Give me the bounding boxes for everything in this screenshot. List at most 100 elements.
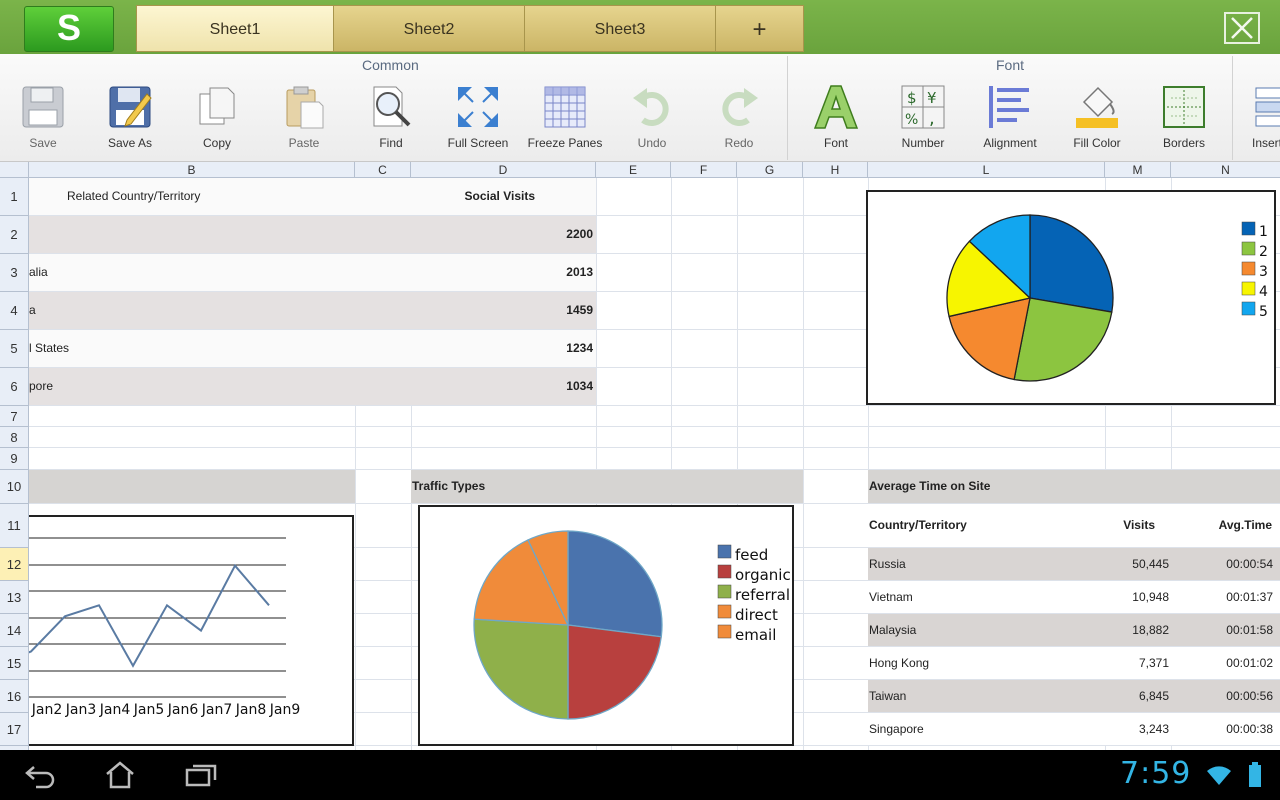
cell-visits[interactable]: 3,243 — [1069, 713, 1169, 745]
column-header-f[interactable]: F — [671, 162, 737, 178]
cell-avg-time[interactable]: 00:00:56 — [1169, 680, 1273, 712]
row-header[interactable]: 2 — [0, 216, 28, 254]
add-sheet-button[interactable]: + — [715, 5, 804, 52]
row-header[interactable]: 8 — [0, 427, 28, 448]
legend-label: 1 — [1259, 224, 1268, 240]
alignment-button[interactable]: Alignment — [967, 84, 1053, 160]
cell-country[interactable]: Russia — [869, 548, 1099, 580]
avg-time-title[interactable]: Average Time on Site — [869, 470, 1249, 503]
cell-country[interactable] — [29, 216, 349, 253]
sheet-grid[interactable]: Related Country/Territory Social Visits 22… — [29, 178, 1280, 750]
cell-visits[interactable]: 6,845 — [1069, 680, 1169, 712]
cell-country[interactable]: a — [29, 292, 349, 329]
legend-label: direct — [735, 606, 778, 624]
column-header-m[interactable]: M — [1105, 162, 1171, 178]
header-cell-avg-time[interactable]: Avg.Time — [1159, 504, 1272, 547]
row-header[interactable]: 9 — [0, 448, 28, 470]
paste-label: Paste — [288, 136, 320, 150]
column-header-d[interactable]: D — [411, 162, 596, 178]
find-button[interactable]: Find — [348, 84, 434, 160]
cell-visits[interactable]: 7,371 — [1069, 647, 1169, 679]
battery-icon — [1249, 762, 1261, 787]
legend-swatch — [1241, 241, 1256, 256]
cell-visits[interactable]: 18,882 — [1069, 614, 1169, 646]
recent-apps-icon[interactable] — [184, 762, 218, 788]
tab-sheet1[interactable]: Sheet1 — [136, 5, 334, 52]
column-header-g[interactable]: G — [737, 162, 803, 178]
home-icon[interactable] — [104, 760, 136, 790]
cell-country[interactable]: Malaysia — [869, 614, 1099, 646]
cell-social-visits[interactable]: 2013 — [355, 254, 593, 291]
cell-visits[interactable]: 50,445 — [1069, 548, 1169, 580]
tab-sheet3[interactable]: Sheet3 — [524, 5, 716, 52]
cell-country[interactable]: pore — [29, 368, 349, 405]
pie-chart-traffic-types[interactable]: feed organic referral direct email — [418, 505, 794, 746]
row-header[interactable]: 6 — [0, 368, 28, 406]
row-header[interactable]: 17 — [0, 713, 28, 746]
number-button[interactable]: $ ¥%, Number — [880, 84, 966, 160]
cell-avg-time[interactable]: 00:00:54 — [1169, 548, 1273, 580]
row-header[interactable]: 3 — [0, 254, 28, 292]
column-header-l[interactable]: L — [868, 162, 1105, 178]
row-header[interactable]: 7 — [0, 406, 28, 427]
select-all-corner[interactable] — [0, 162, 29, 178]
cell-country[interactable]: Vietnam — [869, 581, 1099, 613]
row-header[interactable]: 5 — [0, 330, 28, 368]
cell-avg-time[interactable]: 00:01:58 — [1169, 614, 1273, 646]
pie-chart-countries[interactable]: 1 2 3 4 5 — [866, 190, 1276, 405]
row-header[interactable]: 4 — [0, 292, 28, 330]
copy-button[interactable]: Copy — [174, 84, 260, 160]
tab-sheet2[interactable]: Sheet2 — [333, 5, 525, 52]
paste-button[interactable]: Paste — [261, 84, 347, 160]
column-header-e[interactable]: E — [596, 162, 671, 178]
currency-symbols-icon: $ ¥%, — [901, 85, 945, 129]
column-header-c[interactable]: C — [355, 162, 411, 178]
cell-country[interactable]: Hong Kong — [869, 647, 1099, 679]
undo-arrow-icon — [633, 88, 669, 126]
row-header[interactable]: 11 — [0, 504, 28, 548]
cell-avg-time[interactable]: 00:01:02 — [1169, 647, 1273, 679]
cell-social-visits[interactable]: 1459 — [355, 292, 593, 329]
row-header[interactable]: 1 — [0, 178, 28, 216]
row-header[interactable]: 15 — [0, 647, 28, 680]
save-as-button[interactable]: Save As — [87, 84, 173, 160]
font-button[interactable]: Font — [793, 84, 879, 160]
cell-country[interactable]: alia — [29, 254, 349, 291]
insert-button[interactable]: Insert — [1238, 84, 1280, 160]
save-button[interactable]: Save — [0, 84, 86, 160]
header-cell-social-visits[interactable]: Social Visits — [355, 178, 535, 215]
cell-social-visits[interactable]: 2200 — [355, 216, 593, 253]
full-screen-button[interactable]: Full Screen — [435, 84, 521, 160]
cell-social-visits[interactable]: 1234 — [355, 330, 593, 367]
borders-button[interactable]: Borders — [1141, 84, 1227, 160]
column-header-b[interactable]: B — [29, 162, 355, 178]
close-button[interactable] — [1224, 12, 1260, 44]
cell-avg-time[interactable]: 00:00:38 — [1169, 713, 1273, 745]
cell-country[interactable]: l States — [29, 330, 349, 367]
header-cell-visits[interactable]: Visits — [1069, 504, 1155, 547]
cell-country[interactable]: Singapore — [869, 713, 1099, 745]
cell-visits[interactable]: 10,948 — [1069, 581, 1169, 613]
undo-button[interactable]: Undo — [609, 84, 695, 160]
traffic-types-title[interactable]: Traffic Types — [412, 470, 792, 503]
back-icon[interactable] — [24, 763, 56, 789]
redo-button[interactable]: Redo — [696, 84, 782, 160]
legend-label: feed — [735, 546, 768, 564]
cell-social-visits[interactable]: 1034 — [355, 368, 593, 405]
freeze-panes-button[interactable]: Freeze Panes — [522, 84, 608, 160]
fill-color-button[interactable]: Fill Color — [1054, 84, 1140, 160]
row-header[interactable]: 12 — [0, 548, 28, 581]
save-label: Save — [29, 136, 57, 150]
row-header[interactable]: 16 — [0, 680, 28, 713]
row-header[interactable]: 13 — [0, 581, 28, 614]
line-chart-visits[interactable]: Jan2 Jan3 Jan4 Jan5 Jan6 Jan7 Jan8 Jan9 — [29, 515, 354, 746]
system-nav-bar: 7:59 — [0, 750, 1280, 800]
app-logo[interactable]: S — [24, 6, 114, 52]
column-header-h[interactable]: H — [803, 162, 868, 178]
row-header[interactable]: 10 — [0, 470, 28, 504]
header-cell-country[interactable]: Related Country/Territory — [67, 178, 355, 215]
row-header[interactable]: 14 — [0, 614, 28, 647]
cell-country[interactable]: Taiwan — [869, 680, 1099, 712]
cell-avg-time[interactable]: 00:01:37 — [1169, 581, 1273, 613]
column-header-n[interactable]: N — [1171, 162, 1280, 178]
